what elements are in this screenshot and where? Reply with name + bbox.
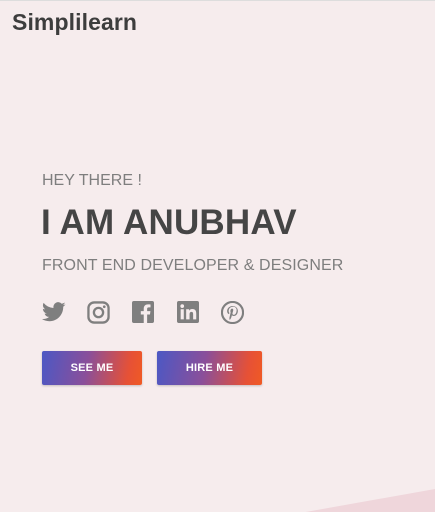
brand-logo[interactable]: Simplilearn [12,9,137,36]
twitter-link[interactable] [41,299,67,325]
instagram-icon [87,300,110,324]
hero-name: I AM ANUBHAV [41,203,297,242]
linkedin-link[interactable] [175,299,201,325]
portfolio-page: Simplilearn HEY THERE ! I AM ANUBHAV FRO… [0,0,435,512]
pinterest-link[interactable] [219,299,245,325]
facebook-link[interactable] [130,299,156,325]
social-links [41,299,264,325]
see-me-button[interactable]: SEE ME [42,351,142,385]
pinterest-icon [220,300,244,324]
twitter-icon [42,302,66,322]
hero-role: FRONT END DEVELOPER & DESIGNER [42,257,344,274]
facebook-icon [132,301,154,323]
instagram-link[interactable] [86,299,112,325]
hire-me-button[interactable]: HIRE ME [157,351,262,385]
linkedin-icon [176,301,199,323]
hero-greeting: HEY THERE ! [42,172,142,189]
